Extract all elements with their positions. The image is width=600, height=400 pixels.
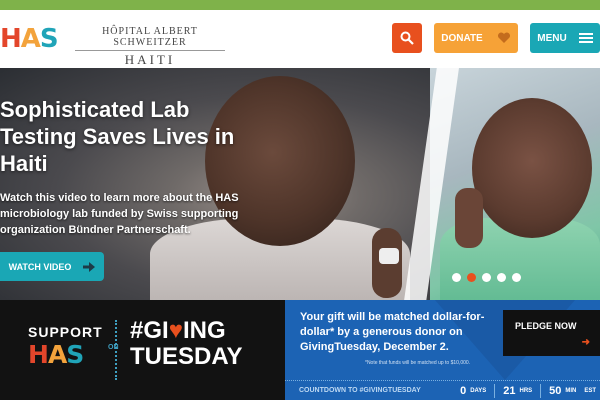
- search-icon: [400, 31, 414, 45]
- hero-description: Watch this video to learn more about the…: [0, 192, 239, 236]
- countdown-days: 0: [460, 384, 467, 397]
- hamburger-icon: [578, 33, 593, 43]
- has-logo[interactable]: HAS: [0, 24, 59, 54]
- logo-letter-a: A: [20, 24, 41, 54]
- giving-line: #GI♥ING: [130, 317, 226, 344]
- countdown-separator: [494, 383, 496, 398]
- support-label: SUPPORT: [28, 324, 103, 340]
- countdown-hours-unit: HRS: [519, 387, 533, 394]
- gift-match-text: Your gift will be matched dollar-for-dol…: [300, 311, 485, 353]
- giving-tuesday-banner[interactable]: SUPPORT HAS ON #GI♥ING TUESDAY: [0, 300, 285, 400]
- donate-button[interactable]: DONATE: [434, 23, 518, 53]
- slider-dot-3[interactable]: [482, 273, 491, 282]
- logo-letter-s: S: [39, 24, 59, 54]
- site-header: HAS HÔPITAL ALBERT SCHWEITZER HAITI DONA…: [0, 10, 600, 68]
- on-label: ON: [108, 344, 119, 351]
- logo-wordmark[interactable]: HÔPITAL ALBERT SCHWEITZER HAITI: [75, 26, 225, 68]
- matching-gift-banner: Your gift will be matched dollar-for-dol…: [285, 300, 600, 400]
- logo-country: HAITI: [75, 50, 225, 68]
- photo-hospital-band: [379, 248, 399, 264]
- pledge-now-button[interactable]: PLEDGE NOW ➜: [503, 310, 600, 356]
- pledge-now-label: PLEDGE NOW: [515, 321, 577, 331]
- menu-label: MENU: [537, 32, 567, 44]
- slider-dot-4[interactable]: [497, 273, 506, 282]
- arrow-right-icon: ➜: [581, 337, 590, 348]
- slider-dot-1[interactable]: [452, 273, 461, 282]
- arrow-right-icon: [83, 261, 96, 272]
- countdown-label: COUNTDOWN TO #GIVINGTUESDAY: [299, 387, 421, 394]
- countdown-minutes: 50: [549, 384, 562, 397]
- search-button[interactable]: [392, 23, 422, 53]
- photo-baby-second: [472, 98, 592, 238]
- logo-hospital-name: HÔPITAL ALBERT SCHWEITZER: [102, 26, 198, 48]
- hero-title: Sophisticated Lab Testing Saves Lives in…: [0, 97, 235, 176]
- countdown-separator: [540, 383, 542, 398]
- tuesday-line: TUESDAY: [130, 343, 243, 370]
- gift-match-note: *Note that funds will be matched up to $…: [365, 360, 471, 366]
- donate-label: DONATE: [441, 32, 483, 44]
- countdown-minutes-unit: MIN: [565, 387, 577, 394]
- slider-dot-2[interactable]: [467, 273, 476, 282]
- watch-video-label: WATCH VIDEO: [8, 261, 72, 272]
- countdown-hours: 21: [503, 384, 516, 397]
- support-has-logo: HAS: [28, 340, 84, 369]
- hero-slider: Sophisticated Lab Testing Saves Lives in…: [0, 68, 600, 300]
- photo-baby-second-hand: [455, 188, 483, 248]
- slider-dot-5[interactable]: [512, 273, 521, 282]
- countdown-bar: COUNTDOWN TO #GIVINGTUESDAY 0 DAYS 21 HR…: [285, 380, 600, 400]
- watch-video-button[interactable]: WATCH VIDEO: [0, 252, 104, 281]
- countdown-timezone: EST: [584, 387, 596, 394]
- top-color-stripe: [0, 0, 600, 10]
- slider-dots: [452, 273, 521, 282]
- countdown-days-unit: DAYS: [470, 387, 487, 394]
- giving-tuesday-logo: #GI♥ING TUESDAY: [130, 318, 242, 370]
- heart-icon: ♥: [168, 317, 183, 344]
- logo-letter-h: H: [0, 24, 22, 54]
- heart-icon: [497, 32, 510, 43]
- menu-button[interactable]: MENU: [530, 23, 600, 53]
